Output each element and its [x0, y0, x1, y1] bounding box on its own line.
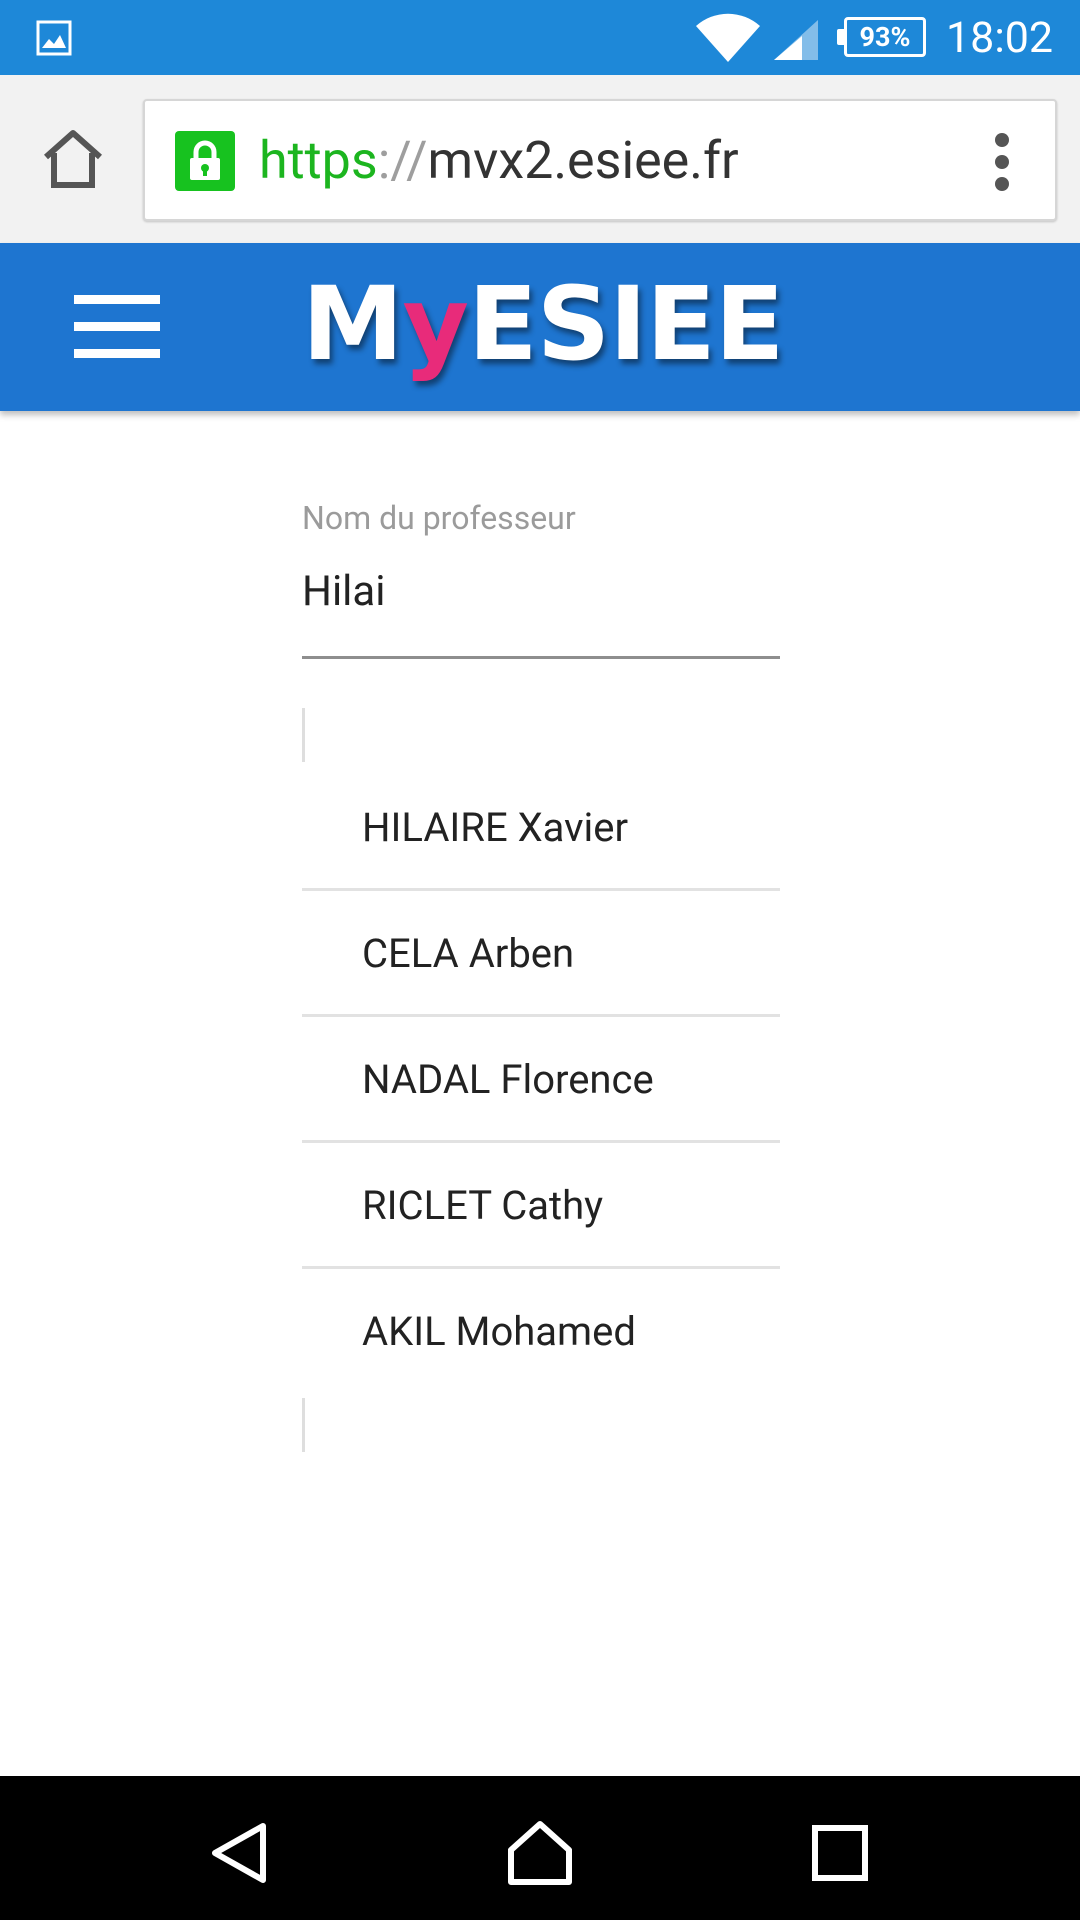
signal-icon — [774, 20, 818, 60]
url-host: mvx2.esiee.fr — [427, 130, 739, 191]
suggestion-item[interactable]: HILAIRE Xavier — [302, 765, 780, 891]
professor-name-input[interactable]: Hilai — [302, 564, 385, 620]
battery-icon: 93% — [837, 17, 926, 57]
status-clock: 18:02 — [946, 13, 1054, 63]
more-vert-icon[interactable] — [995, 133, 1011, 191]
list-bottom-bar — [302, 1398, 305, 1452]
suggestion-list: HILAIRE Xavier CELA Arben NADAL Florence RI… — [302, 765, 780, 1395]
menu-icon[interactable] — [74, 295, 160, 358]
android-nav-bar — [0, 1776, 1080, 1920]
battery-percent: 93% — [859, 21, 911, 53]
list-top-bar — [302, 708, 305, 762]
url-bar[interactable]: https://mvx2.esiee.fr — [143, 99, 1057, 221]
back-icon[interactable] — [205, 1818, 275, 1888]
status-bar: 93% 18:02 — [0, 0, 1080, 75]
suggestion-item[interactable]: AKIL Mohamed — [302, 1269, 780, 1395]
myesiee-logo: MyESIEE — [302, 265, 784, 384]
suggestion-item[interactable]: CELA Arben — [302, 891, 780, 1017]
url-scheme: https — [259, 130, 378, 191]
recents-icon[interactable] — [805, 1818, 875, 1888]
browser-toolbar: https://mvx2.esiee.fr — [0, 75, 1080, 243]
gallery-icon — [36, 20, 72, 56]
home-icon[interactable] — [38, 127, 108, 191]
suggestion-item[interactable]: NADAL Florence — [302, 1017, 780, 1143]
url-separator: :// — [377, 130, 428, 191]
wifi-icon — [696, 13, 760, 62]
app-header: MyESIEE — [0, 243, 1080, 411]
url-text[interactable]: https://mvx2.esiee.fr — [259, 129, 739, 193]
suggestion-item[interactable]: RICLET Cathy — [302, 1143, 780, 1269]
input-underline — [302, 656, 780, 659]
professor-name-label: Nom du professeur — [302, 499, 576, 537]
home-icon[interactable] — [505, 1818, 575, 1888]
lock-icon — [175, 131, 235, 191]
